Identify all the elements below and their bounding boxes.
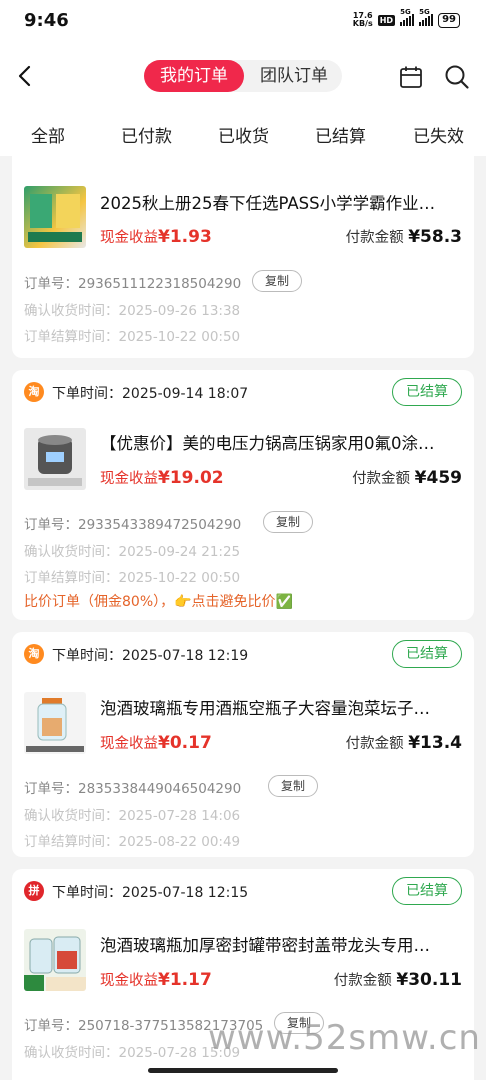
pay-label: 付款金额 — [333, 973, 392, 989]
order-time: 下单时间：2025-09-14 18:07 — [52, 386, 249, 402]
confirm-time: 确认收货时间：2025-09-24 21:25 — [24, 544, 241, 560]
cash-label: 现金收益 — [100, 230, 158, 246]
status-tabs: 全部 已付款 已收货 已结算 已失效 — [0, 110, 486, 156]
watermark: www.52smw.cn — [208, 1018, 481, 1058]
nav-bar: 我的订单 团队订单 — [0, 44, 486, 110]
order-number: 订单号：2936511122318504290 — [24, 276, 242, 292]
copy-button[interactable]: 复制 — [263, 511, 313, 533]
hd-icon: HD — [377, 14, 396, 26]
order-time: 下单时间：2025-07-18 12:15 — [52, 885, 249, 901]
copy-button[interactable]: 复制 — [252, 270, 302, 292]
tab-received[interactable]: 已收货 — [218, 122, 269, 147]
signal-icon-2: 5G — [419, 8, 434, 26]
status-time: 9:46 — [24, 10, 69, 31]
payment-amount: 付款金额 ¥30.11 — [334, 969, 462, 990]
signal-label: 5G — [400, 8, 411, 16]
cash-earnings: 现金收益¥19.02 — [100, 467, 224, 488]
tab-my-orders[interactable]: 我的订单 — [144, 60, 244, 92]
taobao-shop-icon: 淘 — [24, 644, 44, 664]
pay-label: 付款金额 — [345, 230, 404, 246]
cash-earnings: 现金收益¥1.93 — [100, 226, 212, 247]
confirm-time: 确认收货时间：2025-09-26 13:38 — [24, 303, 241, 319]
status-badge: 已结算 — [392, 640, 462, 668]
tab-settled[interactable]: 已结算 — [315, 122, 366, 147]
compare-price-notice[interactable]: 比价订单（佣金80%），👉点击避免比价✅ — [24, 591, 293, 611]
battery-icon: 99 — [438, 12, 460, 28]
product-image — [24, 428, 86, 490]
status-badge: 已结算 — [392, 877, 462, 905]
product-title[interactable]: 2025秋上册25春下任选PASS小学学霸作业… — [100, 190, 464, 214]
signal-label-2: 5G — [419, 8, 430, 16]
order-time: 下单时间：2025-07-18 12:19 — [52, 648, 249, 664]
tab-invalid[interactable]: 已失效 — [413, 122, 464, 147]
product-image — [24, 929, 86, 991]
product-image — [24, 692, 86, 754]
product-image — [24, 186, 86, 248]
tab-team-orders[interactable]: 团队订单 — [246, 60, 342, 92]
settle-time: 订单结算时间：2025-10-22 00:50 — [24, 329, 241, 345]
pay-value: ¥13.4 — [408, 733, 462, 753]
payment-amount: 付款金额 ¥459 — [352, 467, 462, 488]
calendar-icon[interactable] — [399, 65, 423, 89]
pinduoduo-shop-icon: 拼 — [24, 881, 44, 901]
product-title[interactable]: 【优惠价】美的电压力锅高压锅家用0氟0涂… — [100, 430, 464, 454]
order-list[interactable]: 2025秋上册25春下任选PASS小学学霸作业… 现金收益¥1.93 付款金额 … — [0, 156, 486, 1080]
settle-time: 订单结算时间：2025-10-22 00:50 — [24, 570, 241, 586]
search-icon[interactable] — [444, 64, 470, 90]
pay-value: ¥459 — [414, 468, 462, 488]
order-card[interactable]: 淘 下单时间：2025-09-14 18:07 已结算 【优惠价】美的电压力锅高… — [12, 370, 474, 620]
tab-all[interactable]: 全部 — [31, 122, 65, 147]
settle-time: 订单结算时间：2025-08-22 00:49 — [24, 834, 241, 850]
product-title[interactable]: 泡酒玻璃瓶加厚密封罐带密封盖带龙头专用… — [100, 932, 464, 956]
cash-label: 现金收益 — [100, 471, 158, 487]
pay-value: ¥30.11 — [396, 970, 462, 990]
payment-amount: 付款金额 ¥13.4 — [346, 732, 462, 753]
cash-value: ¥1.93 — [158, 227, 212, 247]
status-bar: 9:46 17.6 KB/s HD 5G 5G 99 — [0, 0, 486, 44]
cash-value: ¥1.17 — [158, 970, 212, 990]
status-icons: 17.6 KB/s HD 5G 5G 99 — [353, 8, 460, 28]
signal-icon: 5G — [400, 8, 415, 26]
cash-label: 现金收益 — [100, 736, 158, 752]
cash-value: ¥19.02 — [158, 468, 224, 488]
pay-value: ¥58.3 — [408, 227, 462, 247]
taobao-shop-icon: 淘 — [24, 382, 44, 402]
net-speed-unit: KB/s — [352, 19, 373, 28]
status-badge: 已结算 — [392, 378, 462, 406]
product-title[interactable]: 泡酒玻璃瓶专用酒瓶空瓶子大容量泡菜坛子… — [100, 695, 464, 719]
order-type-switch: 我的订单 团队订单 — [144, 60, 342, 92]
home-indicator[interactable] — [148, 1068, 338, 1073]
payment-amount: 付款金额 ¥58.3 — [346, 226, 462, 247]
pay-label: 付款金额 — [352, 471, 411, 487]
cash-earnings: 现金收益¥0.17 — [100, 732, 212, 753]
copy-button[interactable]: 复制 — [268, 775, 318, 797]
cash-value: ¥0.17 — [158, 733, 212, 753]
order-number: 订单号：2835338449046504290 — [24, 781, 242, 797]
order-card[interactable]: 淘 下单时间：2025-07-18 12:19 已结算 泡酒玻璃瓶专用酒瓶空瓶子… — [12, 632, 474, 857]
order-card[interactable]: 2025秋上册25春下任选PASS小学学霸作业… 现金收益¥1.93 付款金额 … — [12, 156, 474, 358]
order-number: 订单号：2933543389472504290 — [24, 517, 242, 533]
pay-label: 付款金额 — [345, 736, 404, 752]
cash-label: 现金收益 — [100, 973, 158, 989]
confirm-time: 确认收货时间：2025-07-28 14:06 — [24, 808, 241, 824]
back-arrow-icon[interactable] — [14, 64, 36, 88]
tab-paid[interactable]: 已付款 — [121, 122, 172, 147]
cash-earnings: 现金收益¥1.17 — [100, 969, 212, 990]
net-speed: 17.6 KB/s — [353, 12, 373, 28]
